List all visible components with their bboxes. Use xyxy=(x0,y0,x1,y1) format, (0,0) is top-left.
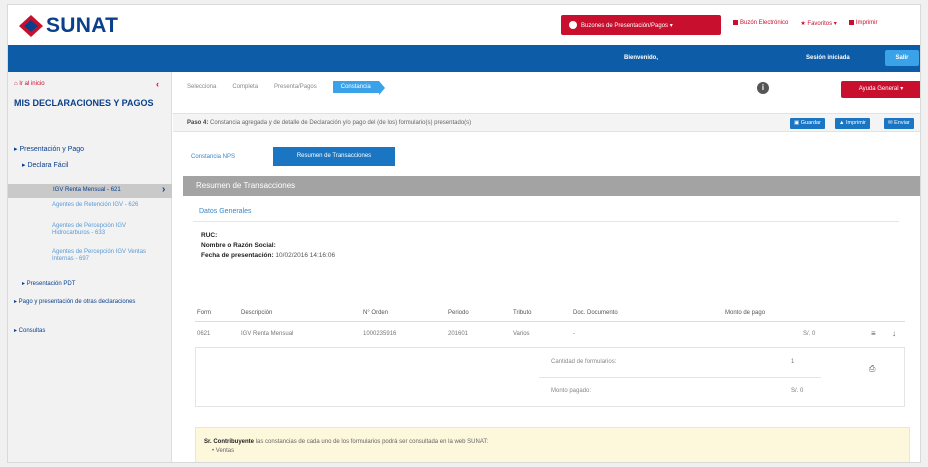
ruc-field: RUC: xyxy=(201,232,218,239)
sidebar-item-presentacion-pago[interactable]: ▸ Presentación y Pago xyxy=(14,145,84,153)
save-icon: ▣ xyxy=(794,120,801,126)
monto-label: Monto pagado: xyxy=(551,388,592,394)
sidebar: ⌂ Ir al inicio ‹ MIS DECLARACIONES Y PAG… xyxy=(8,72,172,462)
breadcrumb: Selecciona Completa Presenta/Pagos Const… xyxy=(187,81,385,95)
cantidad-value: 1 xyxy=(791,359,795,365)
step-completa[interactable]: Completa xyxy=(232,84,258,90)
datos-generales-title: Datos Generales xyxy=(199,208,252,215)
summary-divider xyxy=(539,377,821,378)
cell-descripcion: IGV Renta Mensual xyxy=(241,331,294,337)
print-summary-icon[interactable]: ⎙ xyxy=(869,364,875,374)
session-user: Sesión iniciada xyxy=(806,55,850,61)
cell-documento: - xyxy=(573,331,575,337)
imprimir-link[interactable]: Imprimir xyxy=(848,20,877,27)
logout-button[interactable]: Salir xyxy=(885,50,919,66)
sidebar-item-consultas[interactable]: ▸ Consultas xyxy=(14,327,45,334)
enviar-button[interactable]: ✉ Enviar xyxy=(884,118,914,129)
print-icon: ▲ xyxy=(839,120,846,126)
info-icon[interactable]: i xyxy=(757,82,769,94)
step-selecciona[interactable]: Selecciona xyxy=(187,84,216,90)
sunat-logo-icon xyxy=(19,15,43,37)
chevron-right-icon: › xyxy=(162,184,166,195)
sidebar-item-igv-renta-mensual[interactable]: IGV Renta Mensual - 621 › xyxy=(8,184,172,198)
step-presenta-pagos[interactable]: Presenta/Pagos xyxy=(274,84,317,90)
buzones-dropdown-button[interactable]: Buzones de Presentación/Pagos ▾ xyxy=(561,15,721,35)
sidebar-title: MIS DECLARACIONES Y PAGOS xyxy=(14,98,154,108)
cell-monto: S/. 0 xyxy=(803,331,816,337)
top-header: SUNAT Buzones de Presentación/Pagos ▾ Bu… xyxy=(8,5,920,45)
mail-icon xyxy=(733,20,738,25)
sidebar-item-declara-facil[interactable]: ▸ Declara Fácil xyxy=(22,161,68,169)
section-title: Resumen de Transacciones xyxy=(183,176,920,196)
guardar-button[interactable]: ▣ Guardar xyxy=(790,118,825,129)
buzon-electronico-link[interactable]: Buzón Electrónico xyxy=(733,20,788,27)
divider xyxy=(193,221,899,222)
sidebar-item-presentacion-pdt[interactable]: ▸ Presentación PDT xyxy=(22,280,75,287)
cell-tributo: Varios xyxy=(513,331,530,337)
sidebar-item-percepcion-ventas[interactable]: Agentes de Percepción IGV Ventas Interna… xyxy=(52,249,152,263)
table-header: Form Descripción N° Orden Periodo Tribut… xyxy=(195,310,905,322)
cantidad-label: Cantidad de formularios: xyxy=(551,359,617,365)
table-row: 0621 IGV Renta Mensual 1000235916 201601… xyxy=(195,327,915,347)
nombre-field: Nombre o Razón Social: xyxy=(201,242,276,249)
cell-form: 0621 xyxy=(197,331,211,337)
col-tributo: Tributo xyxy=(513,310,532,316)
favoritos-link[interactable]: ★ Favoritos ▾ xyxy=(800,20,836,27)
welcome-text: Bienvenido, xyxy=(624,55,659,61)
logo-text: SUNAT xyxy=(46,14,119,37)
tab-resumen-transacciones[interactable]: Resumen de Transacciones xyxy=(273,147,395,166)
monto-value: S/. 0 xyxy=(791,388,804,394)
main-content: Selecciona Completa Presenta/Pagos Const… xyxy=(173,72,920,462)
home-link[interactable]: ⌂ Ir al inicio xyxy=(14,81,45,87)
col-descripcion: Descripción xyxy=(241,310,273,316)
fecha-field: Fecha de presentación: 10/02/2016 14:16:… xyxy=(201,252,336,259)
sidebar-item-retencion[interactable]: Agentes de Retención IGV - 626 xyxy=(52,202,152,209)
collapse-sidebar-icon[interactable]: ‹ xyxy=(156,79,159,89)
page-frame: SUNAT Buzones de Presentación/Pagos ▾ Bu… xyxy=(7,4,921,463)
top-links: Buzón Electrónico ★ Favoritos ▾ Imprimir xyxy=(733,20,877,27)
cell-periodo: 201601 xyxy=(448,331,469,337)
detail-icon[interactable]: ≡ xyxy=(871,329,876,338)
note-bullet: • Ventas xyxy=(212,448,235,454)
col-monto: Monto de pago xyxy=(725,310,766,316)
step-constancia[interactable]: Constancia xyxy=(332,81,385,95)
col-orden: N° Orden xyxy=(363,310,389,316)
col-form: Form xyxy=(197,310,211,316)
user-bar: Bienvenido, Sesión iniciada Salir xyxy=(8,45,920,72)
info-note: Sr. Contribuyente las constancias de cad… xyxy=(195,427,910,462)
envelope-icon xyxy=(569,21,577,29)
print-icon xyxy=(848,20,854,25)
cell-orden: 1000235916 xyxy=(363,331,397,337)
sidebar-item-otras-declaraciones[interactable]: ▸ Pago y presentación de otras declaraci… xyxy=(14,298,164,306)
step-description: Paso 4: Constancia agregada y de detalle… xyxy=(187,120,472,126)
buzones-label: Buzones de Presentación/Pagos ▾ xyxy=(581,22,673,29)
col-documento: Doc. Documento xyxy=(573,310,618,316)
imprimir-button[interactable]: ▲ Imprimir xyxy=(835,118,870,129)
sidebar-item-percepcion-hidrocarburos[interactable]: Agentes de Percepción IGV Hidrocarburos … xyxy=(52,223,152,237)
download-icon[interactable]: ↓ xyxy=(892,329,896,338)
sunat-logo[interactable]: SUNAT xyxy=(19,14,118,38)
col-periodo: Periodo xyxy=(448,310,469,316)
tab-constancia-nps[interactable]: Constancia NPS xyxy=(191,154,235,160)
step-description-row: Paso 4: Constancia agregada y de detalle… xyxy=(173,113,920,132)
ayuda-general-button[interactable]: Ayuda General ▾ xyxy=(841,81,920,98)
